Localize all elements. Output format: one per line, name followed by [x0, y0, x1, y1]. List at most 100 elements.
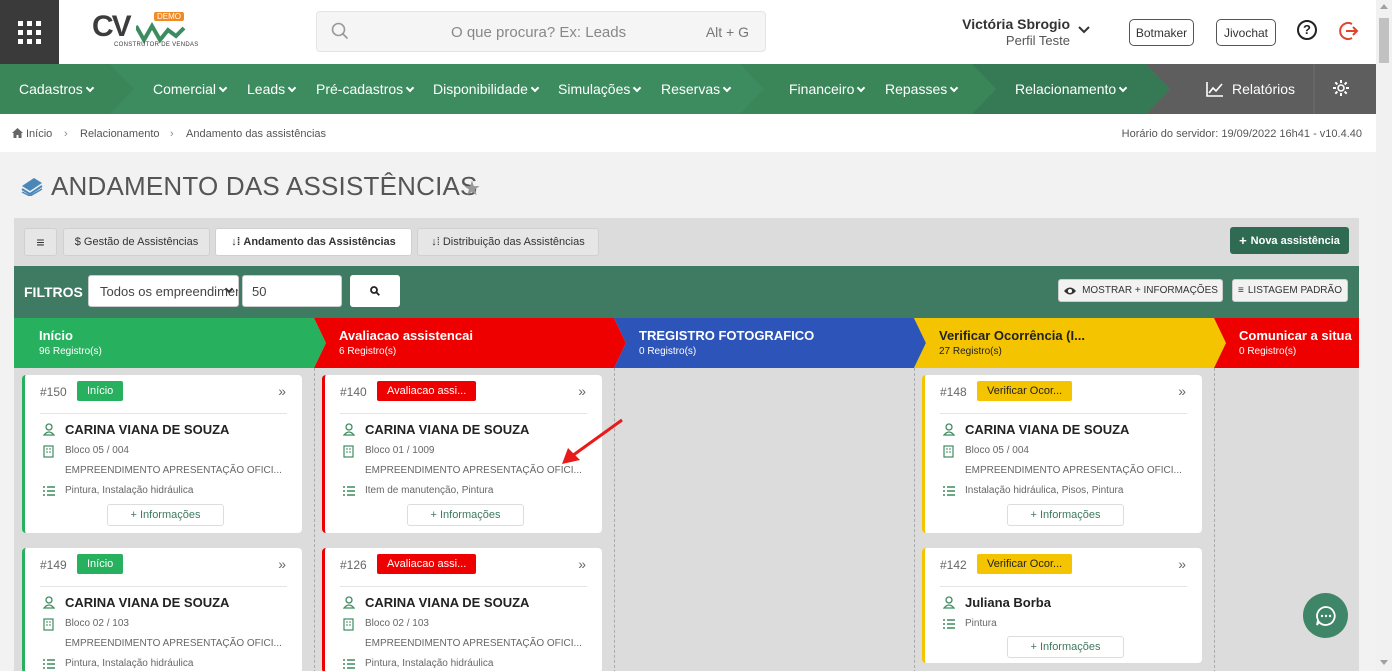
limit-input[interactable]: 50	[242, 275, 342, 307]
nav-repasses[interactable]: Repasses	[885, 81, 959, 97]
chat-button[interactable]	[1303, 593, 1348, 638]
scrollbar-thumb[interactable]	[1379, 18, 1389, 63]
top-bar: CV DEMO CONSTRUTOR DE VENDAS O que procu…	[0, 0, 1376, 64]
unit-text: Bloco 05 / 004	[965, 445, 1029, 456]
stage-comunicar-situacao[interactable]: Comunicar a situa 0 Registro(s)	[1214, 318, 1359, 368]
project-text: EMPREENDIMENTO APRESENTAÇÃO OFICI...	[965, 465, 1182, 476]
project-text: EMPREENDIMENTO APRESENTAÇÃO OFICI...	[65, 465, 282, 476]
kanban-panel: ≡ $ Gestão de Assistências ↓⁞ Andamento d…	[14, 218, 1359, 671]
jivochat-button[interactable]: Jivochat	[1216, 19, 1276, 46]
home-icon	[12, 128, 23, 138]
unit-text: Bloco 05 / 004	[65, 445, 129, 456]
scroll-up-icon[interactable]	[1380, 4, 1388, 9]
annotation-arrow-icon	[562, 418, 623, 464]
client-name: CARINA VIANA DE SOUZA	[965, 422, 1130, 437]
search-icon	[331, 22, 349, 40]
client-name: CARINA VIANA DE SOUZA	[365, 422, 530, 437]
logout-icon[interactable]	[1338, 20, 1360, 42]
status-badge: Verificar Ocor...	[977, 381, 1073, 401]
apps-menu-button[interactable]	[0, 0, 59, 64]
card-id: #149	[40, 558, 67, 572]
demo-badge: DEMO	[154, 12, 184, 21]
favorite-star-icon[interactable]: ★	[463, 176, 481, 201]
more-info-button[interactable]: + Informações	[407, 504, 524, 526]
list-icon	[943, 619, 955, 629]
nav-pre-cadastros[interactable]: Pré-cadastros	[316, 81, 415, 97]
expand-icon[interactable]: »	[278, 383, 286, 399]
nav-cadastros[interactable]: Cadastros	[19, 81, 95, 97]
default-list-button[interactable]: ≡ LISTAGEM PADRÃO	[1232, 279, 1348, 302]
stage-registro-fotografico[interactable]: TREGISTRO FOTOGRAFICO 0 Registro(s)	[614, 318, 934, 368]
status-badge: Verificar Ocor...	[977, 554, 1073, 574]
grid-icon	[18, 20, 41, 44]
project-text: EMPREENDIMENTO APRESENTAÇÃO OFICI...	[365, 465, 582, 476]
expand-icon[interactable]: »	[278, 556, 286, 572]
nav-comercial[interactable]: Comercial	[153, 81, 228, 97]
breadcrumb-inicio[interactable]: Início	[26, 128, 52, 140]
breadcrumb-relacionamento[interactable]: Relacionamento	[80, 128, 160, 140]
chevron-down-icon[interactable]	[1078, 26, 1090, 34]
stage-inicio[interactable]: Início 96 Registro(s)	[14, 318, 334, 368]
botmaker-button[interactable]: Botmaker	[1129, 19, 1194, 46]
client-name: CARINA VIANA DE SOUZA	[365, 595, 530, 610]
gear-icon[interactable]	[1332, 79, 1350, 97]
stage-verificar-ocorrencia[interactable]: Verificar Ocorrência (I... 27 Registro(s…	[914, 318, 1234, 368]
show-more-info-button[interactable]: MOSTRAR + INFORMAÇÕES	[1058, 279, 1223, 302]
items-text: Pintura, Instalação hidráulica	[65, 658, 194, 669]
assistance-card[interactable]: #142 Verificar Ocor... » Juliana Borba P…	[922, 548, 1202, 663]
search-input[interactable]: O que procura? Ex: Leads Alt + G	[316, 11, 766, 52]
expand-icon[interactable]: »	[1178, 383, 1186, 399]
server-time: Horário do servidor: 19/09/2022 16h41 - …	[1121, 128, 1362, 140]
user-icon	[343, 596, 355, 609]
assistance-card[interactable]: #148 Verificar Ocor... » CARINA VIANA DE…	[922, 375, 1202, 533]
scroll-down-icon[interactable]	[1380, 660, 1388, 665]
expand-icon[interactable]: »	[578, 383, 586, 399]
page-scrollbar[interactable]	[1376, 0, 1392, 671]
expand-icon[interactable]: »	[1178, 556, 1186, 572]
more-info-button[interactable]: + Informações	[107, 504, 224, 526]
tab-andamento-assistencias[interactable]: ↓⁞ Andamento das Assistências	[215, 228, 412, 256]
project-text: EMPREENDIMENTO APRESENTAÇÃO OFICI...	[365, 638, 582, 649]
nav-disponibilidade[interactable]: Disponibilidade	[433, 81, 540, 97]
empreendimento-select[interactable]: Todos os empreendimentos	[88, 275, 239, 307]
more-info-button[interactable]: + Informações	[1007, 636, 1124, 658]
nav-reservas[interactable]: Reservas	[661, 81, 732, 97]
sort-icon: ↓⁞	[231, 236, 241, 248]
user-menu[interactable]: Victória Sbrogio Perfil Teste	[900, 16, 1070, 48]
column-divider	[614, 368, 615, 671]
building-icon	[43, 618, 54, 631]
new-assistance-button[interactable]: + Nova assistência	[1230, 227, 1349, 254]
list-icon	[343, 659, 355, 669]
nav-simulacoes[interactable]: Simulações	[558, 81, 642, 97]
column-divider	[914, 368, 915, 671]
status-badge: Avaliacao assi...	[377, 554, 477, 574]
building-icon	[43, 445, 54, 458]
nav-financeiro[interactable]: Financeiro	[789, 81, 866, 97]
sort-icon: ↓⁞	[431, 236, 440, 248]
user-icon	[43, 596, 55, 609]
stage-avaliacao[interactable]: Avaliacao assistencai 6 Registro(s)	[314, 318, 634, 368]
assistance-card[interactable]: #149 Início » CARINA VIANA DE SOUZA Bloc…	[22, 548, 302, 671]
nav-relacionamento[interactable]: Relacionamento	[1015, 81, 1128, 97]
nav-relatorios[interactable]: Relatórios	[1206, 81, 1295, 97]
filter-search-button[interactable]	[350, 275, 400, 307]
building-icon	[343, 618, 354, 631]
assistance-icon	[21, 178, 43, 196]
menu-toggle-button[interactable]: ≡	[24, 228, 57, 256]
assistance-card[interactable]: #126 Avaliacao assi... » CARINA VIANA DE…	[322, 548, 602, 671]
logo[interactable]: CV DEMO CONSTRUTOR DE VENDAS	[92, 10, 198, 52]
user-icon	[43, 423, 55, 436]
unit-text: Bloco 01 / 1009	[365, 445, 435, 456]
nav-leads[interactable]: Leads	[247, 81, 297, 97]
status-badge: Início	[77, 554, 124, 574]
help-icon[interactable]: ?	[1297, 20, 1317, 40]
more-info-button[interactable]: + Informações	[1007, 504, 1124, 526]
assistance-card[interactable]: #150 Início » CARINA VIANA DE SOUZA Bloc…	[22, 375, 302, 533]
client-name: CARINA VIANA DE SOUZA	[65, 422, 230, 437]
card-id: #150	[40, 385, 67, 399]
tab-distribuicao-assistencias[interactable]: ↓⁞ Distribuição das Assistências	[417, 228, 599, 256]
card-id: #140	[340, 385, 367, 399]
tab-gestao-assistencias[interactable]: $ Gestão de Assistências	[63, 228, 210, 256]
expand-icon[interactable]: »	[578, 556, 586, 572]
project-text: EMPREENDIMENTO APRESENTAÇÃO OFICI...	[65, 638, 282, 649]
